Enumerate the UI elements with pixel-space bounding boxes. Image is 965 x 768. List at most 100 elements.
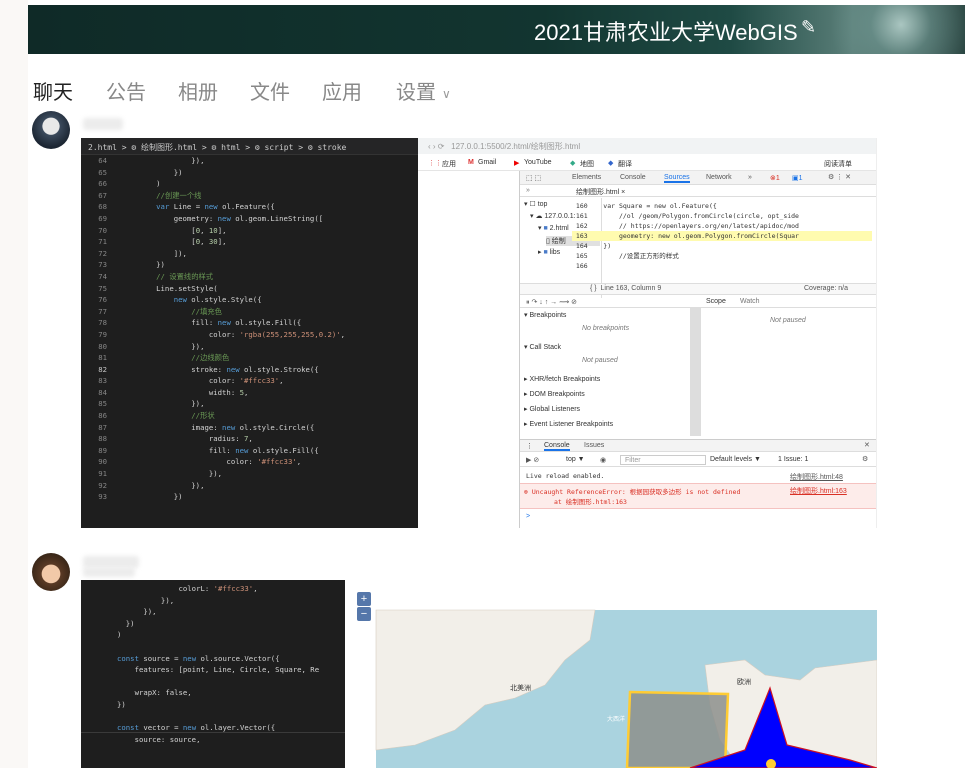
log-source: 绘制图形.html:48: [790, 474, 843, 481]
code-line: }),: [117, 595, 175, 605]
tab-apps[interactable]: 应用: [322, 76, 362, 105]
code-line: 92 }),: [81, 480, 418, 492]
tree-item: ▾ ☁ 127.0.0.1:: [530, 213, 576, 220]
line-number: 85: [98, 399, 107, 409]
code-line: 83 color: '#ffcc33',: [81, 375, 418, 387]
scope-tab: Scope: [706, 298, 726, 305]
scope-not-paused: Not paused: [770, 317, 806, 324]
coverage: Coverage: n/a: [804, 285, 848, 292]
line-number: 84: [98, 387, 107, 397]
line-number: 83: [98, 376, 107, 386]
cursor-position: { } Line 163, Column 9: [590, 285, 662, 292]
code-line: 86 //形状: [81, 410, 418, 422]
left-gutter: [0, 0, 28, 768]
avatar[interactable]: [32, 111, 70, 149]
code-line: const vector = new ol.layer.Vector({: [117, 723, 276, 733]
cursor-position-text: Line 163, Column 9: [600, 285, 662, 292]
sender-name-blurred: [83, 567, 135, 577]
panel-header: ▸ DOM Breakpoints: [524, 391, 585, 398]
code-screenshot-2[interactable]: colorL: '#ffcc33', }), }), })) const sour…: [81, 580, 345, 768]
source-line: 166: [572, 262, 596, 270]
watch-tab: Watch: [740, 298, 760, 305]
line-number: 71: [98, 237, 107, 247]
error-text: Uncaught ReferenceError: 根据园获取多边形 is not…: [531, 488, 741, 496]
source-line: 164 }): [572, 242, 612, 250]
code-line: 87 image: new ol.style.Circle({: [81, 422, 418, 434]
code-line: 81 //边线颜色: [81, 352, 418, 364]
code-line: 89 fill: new ol.style.Fill({: [81, 445, 418, 457]
map-screenshot[interactable]: + − 北美洲 欧洲 大西洋: [345, 580, 877, 768]
avatar[interactable]: [32, 553, 70, 591]
map-label-europe: 欧洲: [737, 679, 751, 686]
line-number: 66: [98, 179, 107, 189]
tab-settings[interactable]: 设置 ∨: [396, 76, 451, 105]
panel-header: ▸ Global Listeners: [524, 406, 581, 413]
devtab-network: Network: [706, 174, 732, 181]
bookmark-youtube: YouTube: [524, 159, 552, 166]
breadcrumb: 2.html > ⚙ 绘制图形.html > ⚙ html > ⚙ script…: [81, 138, 418, 155]
devtab-console: Console: [620, 174, 646, 181]
eye-icon: ◉: [600, 457, 607, 464]
line-number: 93: [98, 492, 107, 502]
bookmark-translate: 翻译: [618, 161, 632, 168]
code-line: 74 // 设置线的样式: [81, 271, 418, 283]
console-tab: Console: [544, 442, 570, 451]
line-number: 82: [98, 364, 107, 374]
source-line: 162 // https://openlayers.org/en/latest/…: [572, 222, 799, 230]
panel-body: No breakpoints: [582, 325, 630, 332]
line-number: 90: [98, 457, 107, 467]
tab-album[interactable]: 相册: [178, 76, 218, 105]
reading-list: 阅读清单: [824, 161, 852, 168]
code-line: 78 fill: new ol.style.Fill({: [81, 317, 418, 329]
code-line: wrapX: false,: [117, 688, 192, 698]
tree-libs: libs: [549, 249, 561, 256]
browser-screenshot[interactable]: ‹ › ⟳ 127.0.0.1:5500/2.html/绘制图形.html ⋮⋮…: [418, 138, 877, 528]
line-number: 75: [98, 283, 107, 293]
line-number: 74: [98, 271, 107, 281]
line-number: 86: [98, 411, 107, 421]
line-number: 70: [98, 225, 107, 235]
code-line: 77 //填充色: [81, 306, 418, 318]
filter-input: Filter: [620, 455, 706, 465]
code-line: 64 }),: [81, 155, 418, 167]
address-text: 127.0.0.1:5500/2.html/绘制图形.html: [451, 142, 581, 151]
code-screenshot[interactable]: 2.html > ⚙ 绘制图形.html > ⚙ html > ⚙ script…: [81, 138, 418, 528]
panel-header: ▸ XHR/fetch Breakpoints: [524, 376, 601, 383]
code-line: 79 color: 'rgba(255,255,255,0.2)',: [81, 329, 418, 341]
drawer-menu-icon: ⋮: [526, 443, 533, 450]
gmail-icon: M: [468, 159, 474, 166]
error-source: 绘制图形.html:163: [790, 488, 847, 495]
code-line: 93 }): [81, 491, 418, 503]
issues-count: 1 Issue: 1: [778, 456, 809, 463]
scrollbar[interactable]: [690, 308, 700, 436]
tab-chat[interactable]: 聊天: [33, 76, 73, 105]
message-count-value: 1: [798, 175, 803, 182]
devtab-elements: Elements: [572, 174, 602, 181]
tab-announcement[interactable]: 公告: [106, 76, 146, 105]
apps-icon: ⋮⋮: [428, 160, 442, 167]
code-line: 91 }),: [81, 468, 418, 480]
code-line: 84 width: 5,: [81, 387, 418, 399]
devtab-sources: Sources: [664, 174, 690, 183]
tab-files[interactable]: 文件: [250, 76, 290, 105]
code-line: 90 color: '#ffcc33',: [81, 456, 418, 468]
line-number: 65: [98, 167, 107, 177]
code-line: 71 [0, 30],: [81, 236, 418, 248]
group-title: 2021甘肃农业大学WebGIS: [534, 20, 798, 45]
source-line: 165 //设置正方形的样式: [572, 252, 679, 260]
more-icon: »: [526, 187, 530, 194]
banner-decoration: [805, 5, 965, 54]
line-number: 81: [98, 353, 107, 363]
pause-icon: ⏸ ↷ ↓ ↑ → ⟿ ⊘: [526, 299, 577, 306]
line-number: 80: [98, 341, 107, 351]
pencil-icon[interactable]: ✎: [801, 17, 816, 38]
source-line: 160 var Square = new ol.Feature({: [572, 202, 717, 210]
gear-icon: ⚙ ⋮ ✕: [828, 174, 852, 181]
line-number: 89: [98, 445, 107, 455]
chevron-down-icon: ∨: [442, 86, 451, 101]
panel-header: ▾ Breakpoints: [524, 312, 567, 319]
console-prompt: >: [526, 513, 531, 520]
tree-item: ▾ ☐ top: [524, 201, 548, 208]
line-number: 88: [98, 434, 107, 444]
code-line: const source = new ol.source.Vector({: [117, 653, 280, 663]
